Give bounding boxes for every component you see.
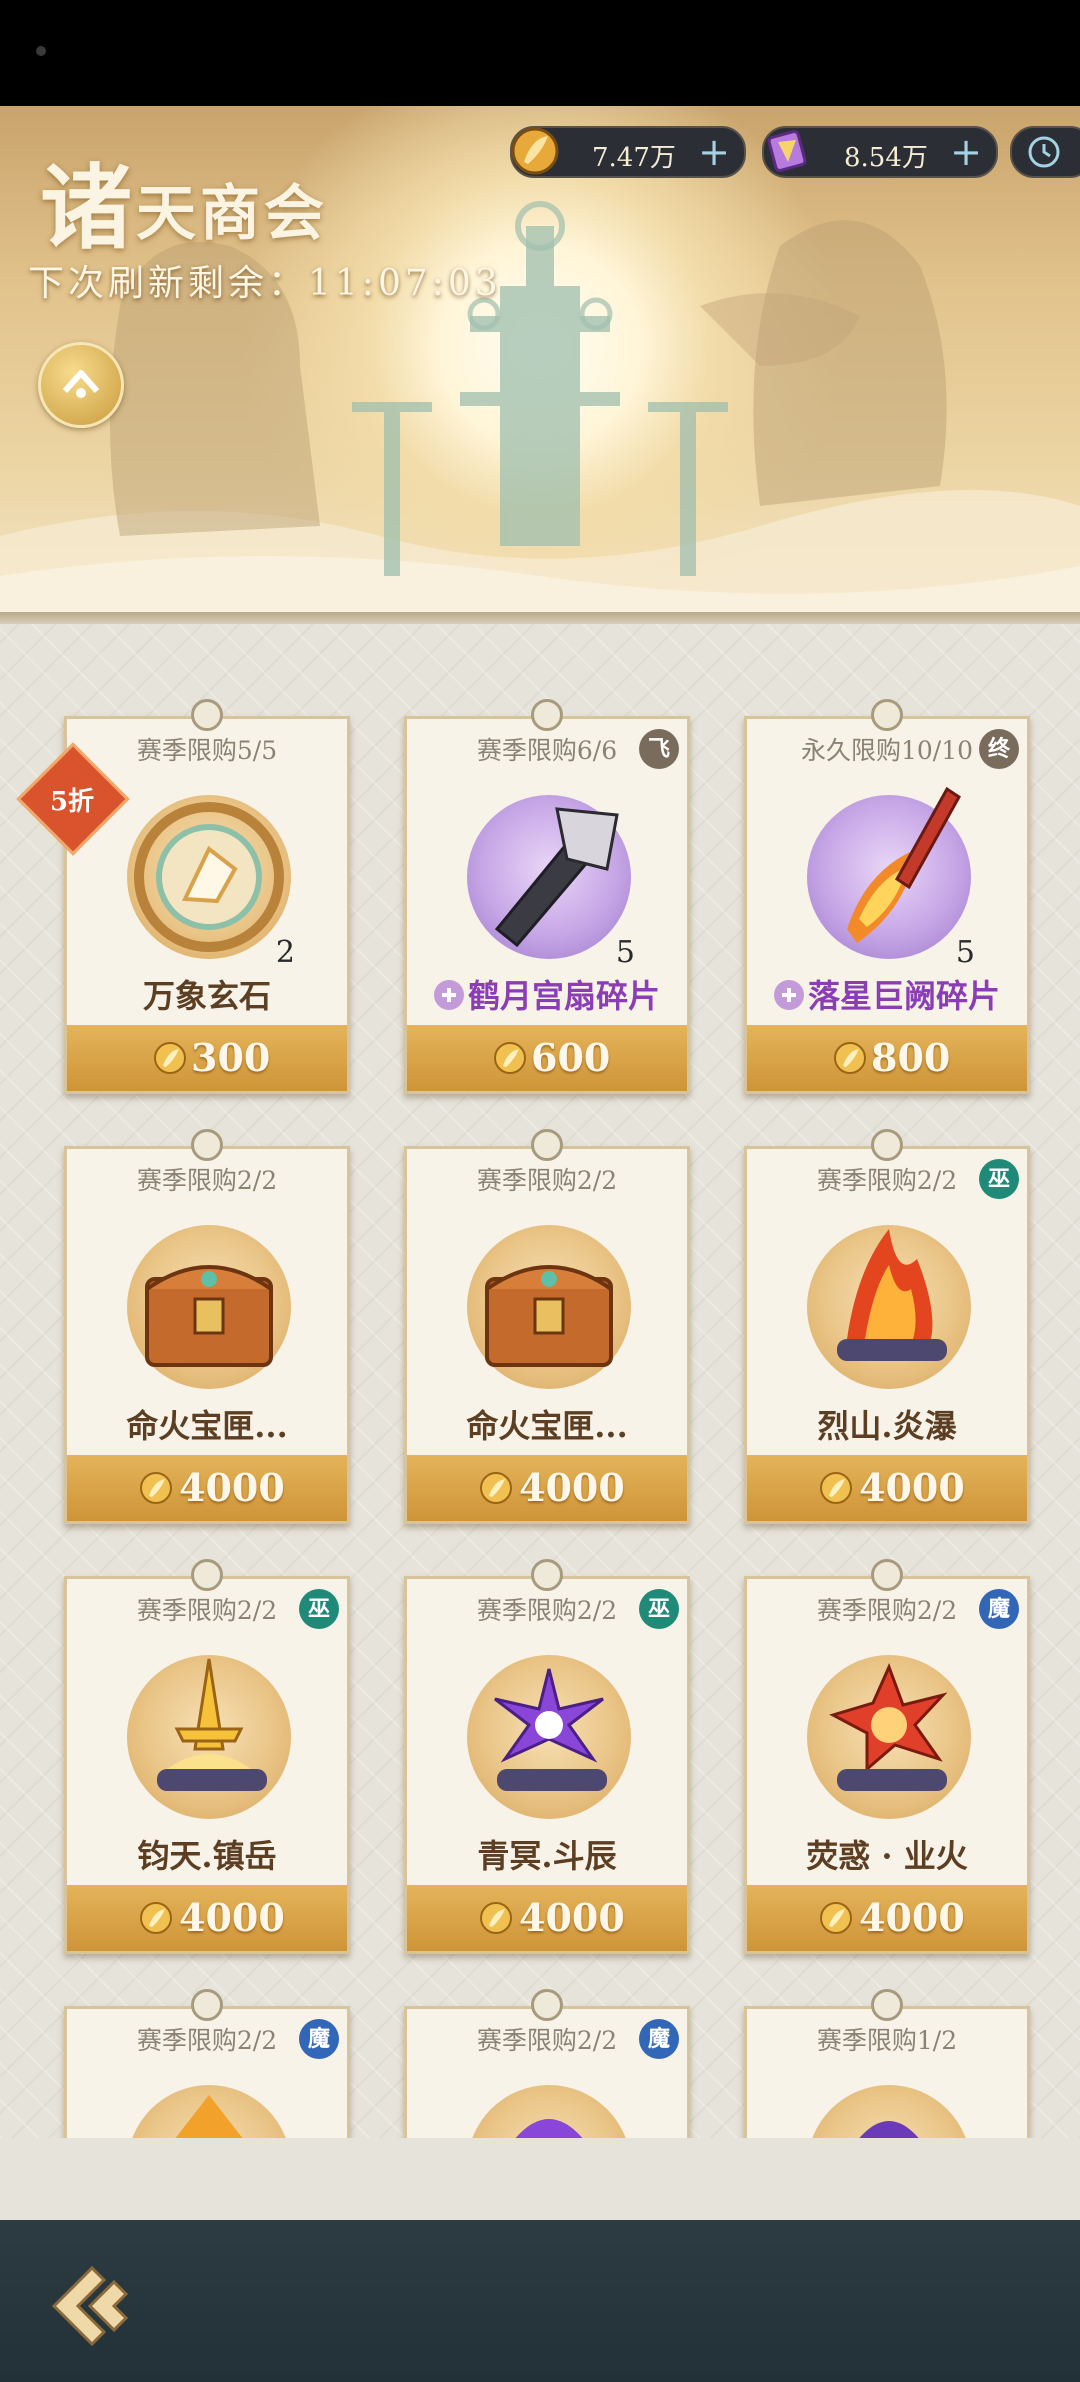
item-price: 600 [531,1035,611,1080]
item-quantity: 5 [615,935,635,970]
gold-feather-coin-icon [834,1042,866,1074]
discount-label: 5折 [49,787,95,817]
price-bar[interactable]: 4000 [67,1885,347,1951]
gold-feather-coin-icon [140,1472,172,1504]
item-name: 鹤月宫扇碎片 [407,971,687,1017]
fragment-plus-icon [773,980,804,1010]
price-bar[interactable]: 4000 [747,1885,1027,1951]
price-bar[interactable]: 4000 [407,1455,687,1521]
purple-swirl-icon [859,2121,919,2138]
gold-feather-coin-icon [820,1902,852,1934]
page-title: 诸天商会 [40,134,328,267]
item-name-text: 落星巨阙碎片 [807,977,1000,1015]
item-price: 4000 [859,1895,965,1940]
price-bar[interactable]: 4000 [407,1885,687,1951]
gold-feather-coin-icon [820,1472,852,1504]
item-price: 4000 [859,1465,965,1510]
purple-burst-icon [515,2119,583,2138]
shop-banner: 诸天商会 下次刷新剩余：11:07:03 7.47万 + 8.54万 + [0,106,1080,622]
gold-feather-coin-icon [480,1902,512,1934]
item-price: 4000 [179,1465,285,1510]
item-name: 荧惑 · 业火 [806,1837,968,1875]
shop-item-card[interactable]: 赛季限购6/6 飞 5 鹤月宫扇碎片 600 [404,699,690,1094]
currency-gold-add-button[interactable]: + [698,130,730,174]
title-first-char: 诸 [40,154,137,262]
item-price: 4000 [519,1895,625,1940]
gold-feather-coin-icon [140,1902,172,1934]
gold-feather-coin-icon [480,1472,512,1504]
shop-item-card[interactable]: 赛季限购2/2 命火宝匣... 4000 [404,1129,690,1524]
gold-feather-coin-icon [511,127,559,175]
expand-button[interactable] [38,342,124,428]
banner-divider [0,612,1080,624]
currency-gold-value: 7.47万 [592,143,676,173]
item-name: 钧天.镇岳 [137,1837,277,1875]
item-name: 命火宝匣... [126,1407,288,1445]
refresh-countdown: 下次刷新剩余：11:07:03 [28,263,502,304]
currency-gold: 7.47万 + [510,126,746,178]
shop-item-card[interactable]: 赛季限购2/2 巫 烈山.炎瀑 4000 [744,1129,1030,1524]
item-name: 落星巨阙碎片 [747,971,1027,1017]
shop-item-card[interactable]: 赛季限购2/2 魔 [64,1989,350,2138]
item-name: 万象玄石 [142,977,271,1015]
shop-item-card[interactable]: 赛季限购2/2 魔 [404,1989,690,2138]
item-price: 4000 [519,1465,625,1510]
purple-gem-icon [767,130,807,172]
item-quantity: 2 [275,935,295,970]
price-bar[interactable]: 600 [407,1025,687,1091]
gold-feather-coin-icon [154,1042,186,1074]
fragment-plus-icon [433,980,464,1010]
price-bar[interactable]: 300 [67,1025,347,1091]
currency-gem: 8.54万 + [762,126,998,178]
price-bar[interactable]: 4000 [67,1455,347,1521]
currency-gem-add-button[interactable]: + [950,130,982,174]
gold-burst-icon [175,2095,243,2138]
currency-gem-value: 8.54万 [844,143,928,173]
gold-feather-coin-icon [494,1042,526,1074]
back-arrow-icon[interactable] [44,2256,144,2356]
shop-item-card[interactable]: 赛季限购5/5 2 万象玄石 300 5折 [16,699,350,1094]
item-price: 4000 [179,1895,285,1940]
item-name: 命火宝匣... [466,1407,628,1445]
chevron-up-icon [62,370,100,398]
item-name-text: 鹤月宫扇碎片 [467,977,660,1015]
price-bar[interactable]: 4000 [747,1455,1027,1521]
shop-item-card[interactable]: 赛季限购2/2 魔 荧惑 · 业火 4000 [744,1559,1030,1954]
shop-item-card[interactable]: 赛季限购2/2 命火宝匣... 4000 [64,1129,350,1524]
history-button[interactable] [1010,126,1080,178]
price-bar[interactable]: 800 [747,1025,1027,1091]
shop-item-card[interactable]: 赛季限购2/2 巫 青冥.斗辰 4000 [404,1559,690,1954]
shop-grid: 赛季限购5/5 2 万象玄石 300 5折 赛季限购6/6 飞 5 鹤月宫扇碎片… [0,624,1080,2138]
item-price: 300 [191,1035,271,1080]
item-name: 青冥.斗辰 [477,1837,617,1875]
status-bar [0,0,1080,106]
shop-item-card[interactable]: 赛季限购1/2 [744,1989,1030,2138]
item-quantity: 5 [955,935,975,970]
item-name: 烈山.炎瀑 [817,1407,957,1445]
title-rest: 天商会 [136,179,329,249]
item-price: 800 [871,1035,951,1080]
clock-icon [1028,136,1060,168]
bottom-nav-bar [0,2220,1080,2382]
shop-item-card[interactable]: 赛季限购2/2 巫 钧天.镇岳 4000 [64,1559,350,1954]
camera-dot [36,46,46,56]
shop-item-card[interactable]: 永久限购10/10 终 5 落星巨阙碎片 800 [744,699,1030,1094]
grid-bottom-spacer [0,2138,1080,2220]
